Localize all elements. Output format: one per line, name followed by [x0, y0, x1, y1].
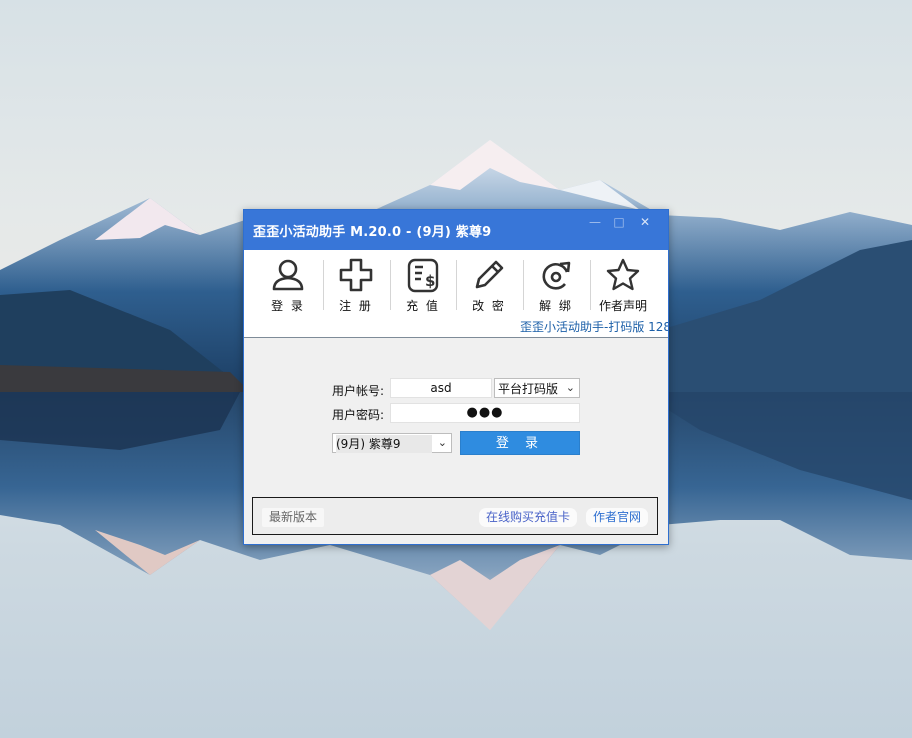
user-icon	[272, 259, 304, 291]
mode-select-value: 平台打码版	[498, 382, 559, 396]
toolbar-recharge-label: 充 值	[406, 299, 440, 313]
svg-text:$: $	[425, 272, 435, 290]
toolbar: 登 录 注 册 $ 充 值 改 密 解 绑 作者声明	[244, 250, 668, 323]
bill-dollar-icon: $	[407, 258, 439, 293]
scrolling-notice: 歪歪小活动助手-打码版 128	[244, 315, 668, 338]
version-select-value: (9月) 紫尊9	[336, 435, 432, 453]
version-select[interactable]: (9月) 紫尊9 ⌄	[332, 433, 452, 453]
toolbar-unbind-label: 解 绑	[539, 299, 573, 313]
minimize-button[interactable]: —	[584, 213, 606, 231]
scrolling-notice-text: 歪歪小活动助手-打码版 128	[520, 320, 668, 334]
latest-version-button[interactable]: 最新版本	[262, 508, 325, 527]
password-label: 用户密码:	[332, 408, 385, 422]
star-icon	[606, 258, 640, 291]
plus-icon	[339, 258, 373, 292]
account-label: 用户帐号:	[332, 384, 385, 398]
toolbar-change-password-label: 改 密	[472, 299, 506, 313]
toolbar-login-button[interactable]: 登 录	[255, 254, 321, 318]
password-input[interactable]: ●●●	[390, 403, 580, 423]
maximize-button[interactable]: □	[608, 213, 630, 231]
toolbar-author-statement-button[interactable]: 作者声明	[590, 254, 656, 318]
account-input[interactable]: asd	[390, 378, 492, 398]
refresh-arrow-icon	[542, 261, 571, 290]
toolbar-recharge-button[interactable]: $ 充 值	[390, 254, 456, 318]
chevron-down-icon: ⌄	[437, 436, 447, 449]
toolbar-register-button[interactable]: 注 册	[323, 254, 389, 318]
title-bar[interactable]: 歪歪小活动助手 M.20.0 - (9月) 紫尊9 — □ ✕	[244, 210, 668, 250]
app-window: 歪歪小活动助手 M.20.0 - (9月) 紫尊9 — □ ✕ 登 录 注 册	[243, 209, 669, 545]
toolbar-author-statement-label: 作者声明	[598, 299, 647, 313]
pencil-icon	[475, 260, 504, 289]
author-website-link[interactable]: 作者官网	[586, 508, 649, 527]
window-title: 歪歪小活动助手 M.20.0 - (9月) 紫尊9	[253, 225, 492, 240]
login-button[interactable]: 登 录	[460, 431, 580, 455]
close-button[interactable]: ✕	[634, 213, 656, 231]
buy-recharge-card-link[interactable]: 在线购买充值卡	[479, 508, 578, 527]
mode-select[interactable]: 平台打码版 ⌄	[494, 378, 580, 398]
footer-links: 最新版本 在线购买充值卡 作者官网	[252, 497, 658, 535]
toolbar-login-label: 登 录	[271, 299, 305, 313]
toolbar-register-label: 注 册	[339, 299, 373, 313]
chevron-down-icon: ⌄	[565, 381, 575, 394]
toolbar-change-password-button[interactable]: 改 密	[456, 254, 522, 318]
login-panel: 用户帐号: asd 平台打码版 ⌄ 用户密码: ●●● (9月) 紫尊9 ⌄ 登…	[244, 338, 668, 544]
toolbar-unbind-button[interactable]: 解 绑	[523, 254, 589, 318]
